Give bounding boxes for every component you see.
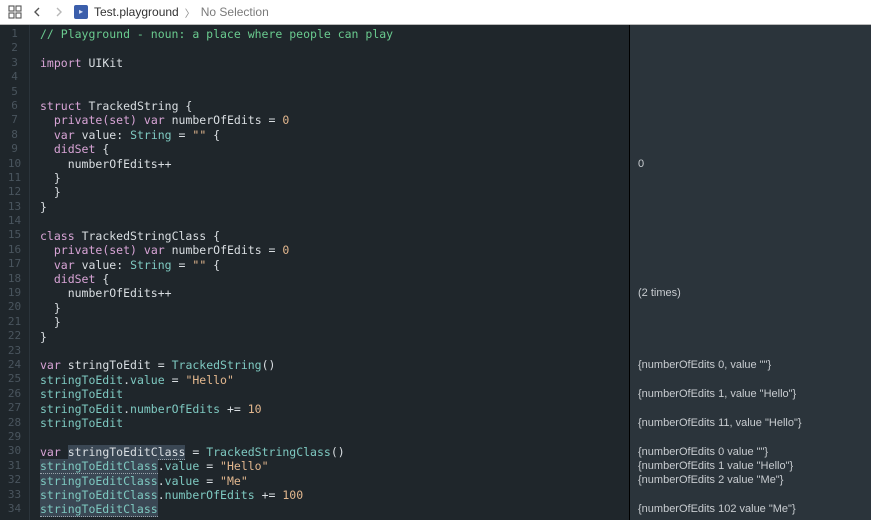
line-number: 29: [0, 430, 29, 444]
line-number: 10: [0, 157, 29, 171]
result-value[interactable]: 0: [638, 157, 863, 171]
result-value[interactable]: {numberOfEdits 0, value ""}: [638, 358, 863, 372]
code-line[interactable]: }: [40, 315, 629, 329]
code-line[interactable]: import UIKit: [40, 56, 629, 70]
code-line[interactable]: stringToEditClass.value = "Me": [40, 474, 629, 488]
line-number: 34: [0, 502, 29, 516]
line-number: 1: [0, 27, 29, 41]
line-number: 31: [0, 459, 29, 473]
line-number: 14: [0, 214, 29, 228]
line-number: 25: [0, 372, 29, 386]
chevron-right-icon: 〉: [185, 5, 195, 20]
related-items-icon[interactable]: [8, 5, 22, 19]
nav-back-button[interactable]: [30, 5, 44, 19]
editor-area: 1234567891011121314151617181920212223242…: [0, 25, 871, 520]
code-line[interactable]: struct TrackedString {: [40, 99, 629, 113]
line-number: 7: [0, 113, 29, 127]
code-line[interactable]: var value: String = "" {: [40, 128, 629, 142]
result-value[interactable]: {numberOfEdits 11, value "Hello"}: [638, 416, 863, 430]
code-line[interactable]: stringToEditClass.value = "Hello": [40, 459, 629, 473]
code-line[interactable]: [40, 85, 629, 99]
line-number: 15: [0, 228, 29, 242]
code-line[interactable]: private(set) var numberOfEdits = 0: [40, 113, 629, 127]
code-line[interactable]: stringToEditClass.numberOfEdits += 100: [40, 488, 629, 502]
line-number: 17: [0, 257, 29, 271]
line-number: 11: [0, 171, 29, 185]
line-number: 28: [0, 416, 29, 430]
line-number: 21: [0, 315, 29, 329]
line-number: 27: [0, 401, 29, 415]
code-line[interactable]: [40, 41, 629, 55]
line-number: 23: [0, 344, 29, 358]
line-number: 22: [0, 329, 29, 343]
playground-file-icon: [74, 5, 88, 19]
code-line[interactable]: }: [40, 185, 629, 199]
result-value[interactable]: {numberOfEdits 1 value "Hello"}: [638, 459, 863, 473]
line-number: 4: [0, 70, 29, 84]
line-gutter: 1234567891011121314151617181920212223242…: [0, 25, 30, 520]
code-line[interactable]: [40, 214, 629, 228]
code-line[interactable]: [40, 70, 629, 84]
result-value[interactable]: {numberOfEdits 2 value "Me"}: [638, 473, 863, 487]
jump-bar: Test.playground 〉 No Selection: [0, 0, 871, 25]
code-line[interactable]: stringToEditClass: [40, 502, 629, 516]
code-line[interactable]: // Playground - noun: a place where peop…: [40, 27, 629, 41]
code-line[interactable]: var value: String = "" {: [40, 258, 629, 272]
line-number: 8: [0, 128, 29, 142]
nav-forward-button[interactable]: [52, 5, 66, 19]
line-number: 30: [0, 444, 29, 458]
code-line[interactable]: }: [40, 301, 629, 315]
line-number: 33: [0, 488, 29, 502]
code-line[interactable]: [40, 430, 629, 444]
code-line[interactable]: stringToEdit.numberOfEdits += 10: [40, 402, 629, 416]
code-line[interactable]: }: [40, 171, 629, 185]
breadcrumb-file: Test.playground: [94, 5, 179, 19]
code-line[interactable]: }: [40, 330, 629, 344]
line-number: 9: [0, 142, 29, 156]
code-line[interactable]: }: [40, 200, 629, 214]
code-line[interactable]: class TrackedStringClass {: [40, 229, 629, 243]
result-value[interactable]: (2 times): [638, 286, 863, 300]
result-value[interactable]: {numberOfEdits 102 value "Me"}: [638, 502, 863, 516]
breadcrumb-selection: No Selection: [201, 5, 269, 19]
line-number: 5: [0, 85, 29, 99]
code-editor[interactable]: // Playground - noun: a place where peop…: [30, 25, 629, 520]
code-line[interactable]: stringToEdit.value = "Hello": [40, 373, 629, 387]
line-number: 13: [0, 200, 29, 214]
line-number: 24: [0, 358, 29, 372]
line-number: 6: [0, 99, 29, 113]
breadcrumb[interactable]: Test.playground 〉 No Selection: [74, 5, 269, 20]
code-line[interactable]: numberOfEdits++: [40, 157, 629, 171]
line-number: 16: [0, 243, 29, 257]
results-sidebar: 0 (2 times) {numberOfEdits 0, value ""} {nu…: [629, 25, 871, 520]
line-number: 12: [0, 185, 29, 199]
line-number: 26: [0, 387, 29, 401]
line-number: 3: [0, 56, 29, 70]
result-value[interactable]: {numberOfEdits 1, value "Hello"}: [638, 387, 863, 401]
code-line[interactable]: [40, 344, 629, 358]
code-line[interactable]: didSet {: [40, 142, 629, 156]
code-line[interactable]: private(set) var numberOfEdits = 0: [40, 243, 629, 257]
code-line[interactable]: var stringToEditClass = TrackedStringCla…: [40, 445, 629, 459]
line-number: 2: [0, 41, 29, 55]
code-line[interactable]: numberOfEdits++: [40, 286, 629, 300]
code-line[interactable]: var stringToEdit = TrackedString(): [40, 358, 629, 372]
line-number: 20: [0, 300, 29, 314]
line-number: 18: [0, 272, 29, 286]
line-number: 32: [0, 473, 29, 487]
result-value[interactable]: {numberOfEdits 0 value ""}: [638, 445, 863, 459]
code-line[interactable]: stringToEdit: [40, 387, 629, 401]
code-line[interactable]: didSet {: [40, 272, 629, 286]
line-number: 19: [0, 286, 29, 300]
code-line[interactable]: stringToEdit: [40, 416, 629, 430]
